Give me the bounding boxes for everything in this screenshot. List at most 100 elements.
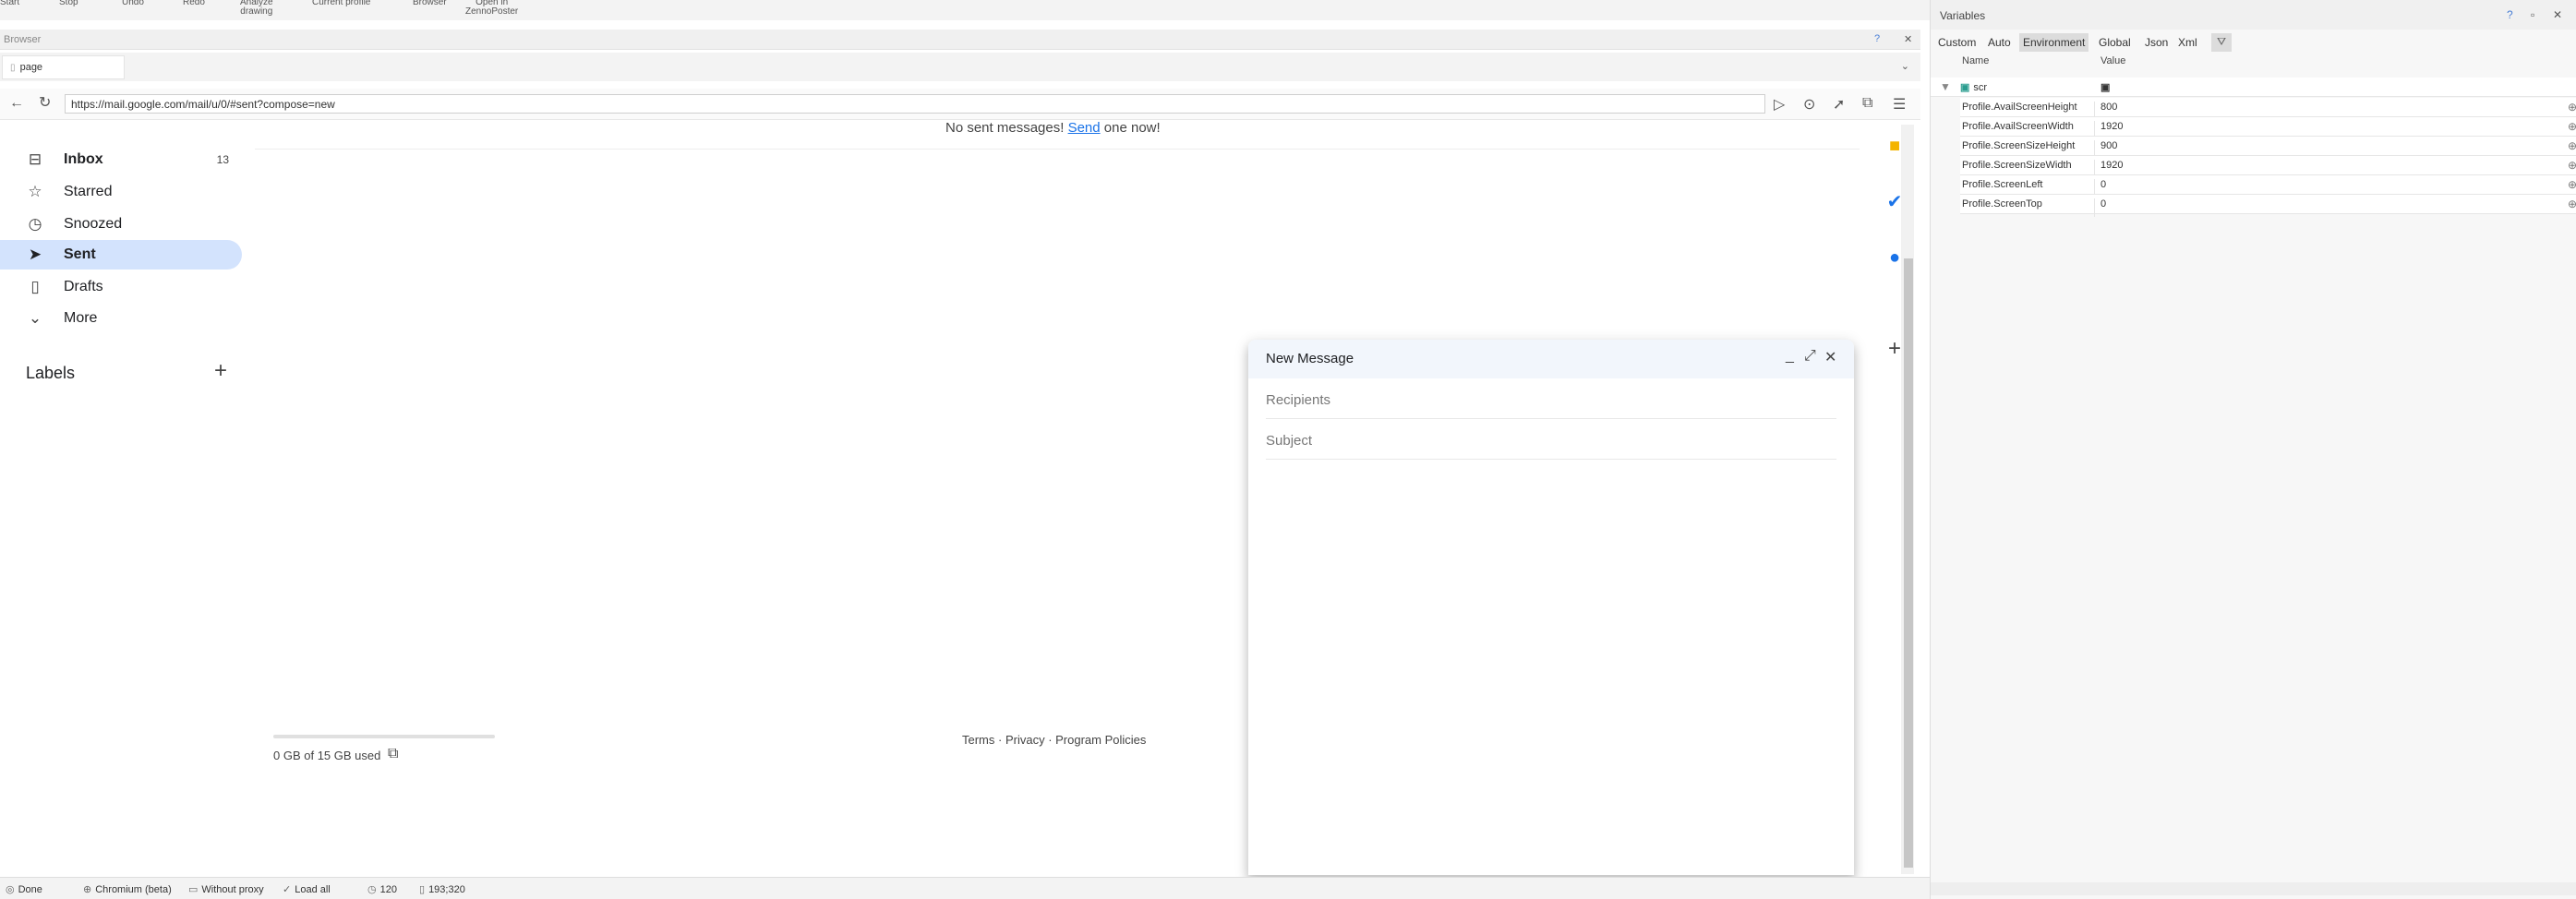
reload-icon[interactable]: ↻ bbox=[39, 96, 51, 111]
variables-tabs: Custom Auto Environment Global Json Xml … bbox=[1931, 30, 2576, 53]
sidebar-item-snoozed[interactable]: ◷ Snoozed bbox=[0, 210, 242, 239]
variable-row[interactable]: Profile.AvailScreenHeight 800 ⊕ bbox=[1960, 98, 2576, 120]
variable-row[interactable]: Profile.AvailScreenWidth 1920 ⊕ bbox=[1960, 117, 2576, 139]
filter-value-icon[interactable]: ▣ bbox=[2101, 81, 2110, 93]
status-timeout-label: 120 bbox=[379, 884, 397, 895]
sidebar-item-starred[interactable]: ☆ Starred bbox=[0, 177, 242, 207]
variable-value[interactable]: 800 bbox=[2101, 102, 2117, 113]
send-link[interactable]: Send bbox=[1068, 120, 1101, 136]
program-policies-link[interactable]: Program Policies bbox=[1055, 733, 1146, 747]
minimize-icon[interactable]: _ bbox=[1786, 348, 1794, 365]
recipients-field[interactable]: Recipients bbox=[1266, 380, 1836, 419]
close-icon[interactable]: ✕ bbox=[1824, 348, 1836, 366]
back-icon[interactable]: ← bbox=[9, 96, 24, 111]
sidebar-item-label: Sent bbox=[64, 246, 96, 262]
edit-icon[interactable]: ⊕ bbox=[2568, 139, 2576, 152]
sidebar-item-drafts[interactable]: ▯ Drafts bbox=[0, 272, 242, 302]
toolbar-undo-button[interactable]: Undo bbox=[122, 0, 144, 7]
tab-page[interactable]: ▯ page bbox=[2, 55, 125, 79]
browser-panel-title: Browser bbox=[4, 34, 42, 45]
external-link-icon[interactable]: ⧉ bbox=[388, 746, 398, 762]
variable-row[interactable]: Profile.ScreenSizeWidth 1920 ⊕ bbox=[1960, 156, 2576, 178]
variable-row[interactable]: Profile.ScreenLeft 0 ⊕ bbox=[1960, 175, 2576, 198]
sidebar-item-sent[interactable]: ➤ Sent bbox=[0, 240, 242, 270]
horizontal-scrollbar[interactable] bbox=[1931, 882, 2576, 895]
scrollbar-thumb[interactable] bbox=[1904, 258, 1913, 868]
terms-link[interactable]: Terms bbox=[962, 733, 994, 747]
toolbar-analyze-button[interactable]: Analyze drawing bbox=[240, 0, 273, 17]
filter-row[interactable]: ▼ ▣ scr ▣ bbox=[1931, 78, 2576, 97]
record-icon[interactable]: ⊙ bbox=[1803, 95, 1815, 114]
toolbar-stop-button[interactable]: Stop bbox=[59, 0, 78, 7]
filter-text: scr bbox=[1973, 82, 1988, 93]
maximize-icon[interactable]: ▫ bbox=[2531, 8, 2534, 21]
toolbar-browser-button[interactable]: Browser bbox=[413, 0, 447, 7]
variable-row[interactable]: Profile.ScreenTop 0 ⊕ bbox=[1960, 195, 2576, 217]
toolbar-start-button[interactable]: Start bbox=[0, 0, 19, 7]
status-load-label: Load all bbox=[295, 884, 331, 895]
tab-json[interactable]: Json bbox=[2141, 33, 2172, 52]
puzzle-icon[interactable]: ⧉ bbox=[1862, 95, 1872, 112]
status-timeout[interactable]: ◷ 120 bbox=[367, 883, 397, 895]
status-proxy[interactable]: ▭ Without proxy bbox=[188, 883, 264, 895]
tab-auto[interactable]: Auto bbox=[1984, 33, 2015, 52]
toolbar-open-zennoposter-button[interactable]: Open in ZennoPoster bbox=[465, 0, 518, 17]
status-browser[interactable]: ⊕ Chromium (beta) bbox=[83, 883, 172, 895]
top-toolbar: Start Stop Undo Redo Analyze drawing Cur… bbox=[0, 0, 1930, 20]
pin-icon[interactable]: ✕ bbox=[1904, 33, 1912, 45]
status-coords-label: 193;320 bbox=[428, 884, 465, 895]
sidebar-item-label: Drafts bbox=[64, 279, 103, 294]
variables-header: Variables ? ▫ ✕ bbox=[1931, 0, 2576, 30]
tab-global[interactable]: Global bbox=[2095, 33, 2135, 52]
edit-icon[interactable]: ⊕ bbox=[2568, 120, 2576, 133]
tabs-dropdown-icon[interactable]: ⌄ bbox=[1901, 60, 1909, 72]
add-label-icon[interactable]: + bbox=[214, 360, 227, 382]
tab-xml[interactable]: Xml bbox=[2174, 33, 2201, 52]
variable-value[interactable]: 1920 bbox=[2101, 121, 2123, 132]
variable-value[interactable]: 1920 bbox=[2101, 160, 2123, 171]
expand-icon[interactable]: ⤢ bbox=[1804, 348, 1816, 365]
help-icon[interactable]: ? bbox=[2507, 8, 2513, 21]
check-circle-icon: ✓ bbox=[283, 884, 292, 895]
variable-value[interactable]: 0 bbox=[2101, 198, 2106, 210]
help-icon[interactable]: ? bbox=[1874, 33, 1880, 44]
unread-count: 13 bbox=[216, 153, 229, 166]
subject-placeholder: Subject bbox=[1266, 433, 1313, 449]
variables-title: Variables bbox=[1940, 9, 1986, 22]
variable-value[interactable]: 0 bbox=[2101, 179, 2106, 190]
edit-icon[interactable]: ⊕ bbox=[2568, 101, 2576, 114]
filter-icon[interactable]: ⛛ bbox=[2211, 33, 2232, 52]
tab-custom[interactable]: Custom bbox=[1934, 33, 1980, 52]
edit-icon[interactable]: ⊕ bbox=[2568, 198, 2576, 210]
cursor-icon: ▯ bbox=[419, 884, 426, 895]
tab-environment[interactable]: Environment bbox=[2019, 33, 2089, 52]
edit-icon[interactable]: ⊕ bbox=[2568, 178, 2576, 191]
status-done: ◎ Done bbox=[6, 883, 42, 895]
browser-icon: ⊕ bbox=[83, 884, 92, 895]
menu-icon[interactable]: ☰ bbox=[1893, 95, 1906, 114]
pointer-icon[interactable]: ➚ bbox=[1833, 95, 1845, 114]
send-icon: ➤ bbox=[28, 246, 42, 263]
privacy-link[interactable]: Privacy bbox=[1005, 733, 1045, 747]
sidebar-item-more[interactable]: ⌄ More bbox=[0, 304, 242, 333]
empty-suffix: one now! bbox=[1100, 120, 1161, 136]
subject-field[interactable]: Subject bbox=[1266, 421, 1836, 460]
filter-name-input[interactable]: ▣ scr bbox=[1960, 81, 1987, 93]
recipients-placeholder: Recipients bbox=[1266, 392, 1331, 408]
close-icon[interactable]: ✕ bbox=[2553, 8, 2562, 21]
variable-row[interactable]: Profile.ScreenSizeHeight 900 ⊕ bbox=[1960, 137, 2576, 159]
play-icon[interactable]: ▷ bbox=[1774, 95, 1785, 114]
tab-label: page bbox=[19, 62, 43, 73]
variable-value[interactable]: 900 bbox=[2101, 140, 2117, 151]
compose-header[interactable]: New Message _ ⤢ ✕ bbox=[1248, 340, 1854, 378]
edit-icon[interactable]: ⊕ bbox=[2568, 159, 2576, 172]
browser-tabs: ▯ page ⌄ bbox=[0, 53, 1920, 81]
status-load[interactable]: ✓ Load all bbox=[283, 883, 331, 895]
storage-bar bbox=[273, 735, 495, 738]
toolbar-profile-button[interactable]: Current profile bbox=[312, 0, 370, 7]
toolbar-redo-button[interactable]: Redo bbox=[183, 0, 205, 7]
chevron-down-icon: ⌄ bbox=[28, 309, 42, 327]
empty-state-text: No sent messages! Send one now! bbox=[945, 120, 1161, 136]
sidebar-item-inbox[interactable]: ⊟ Inbox 13 bbox=[0, 145, 242, 174]
url-input[interactable]: https://mail.google.com/mail/u/0/#sent?c… bbox=[65, 94, 1765, 114]
